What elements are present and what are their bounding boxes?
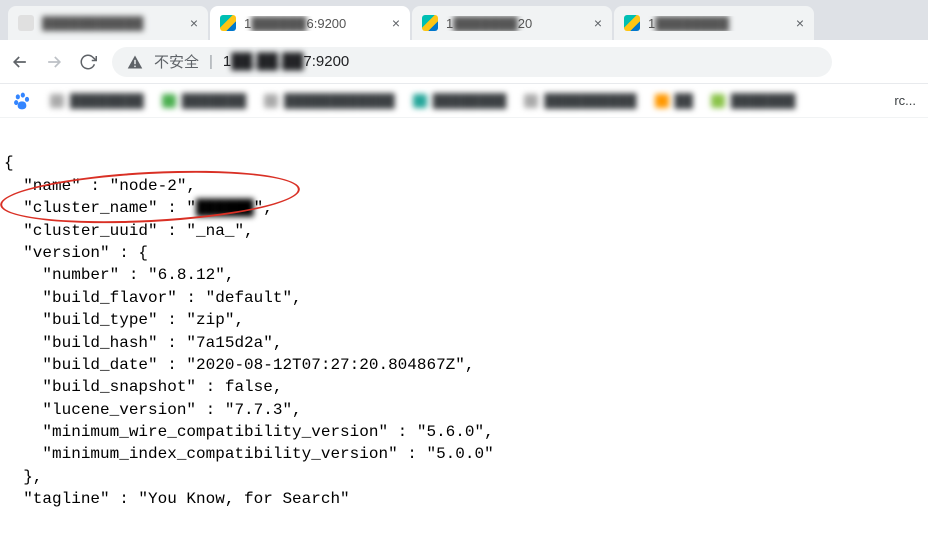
elasticsearch-favicon <box>220 15 236 31</box>
address-bar[interactable]: 不安全 | 1██.██.██7:9200 <box>112 47 832 77</box>
redacted-value: ██████ <box>196 197 254 219</box>
tab-strip: ███████████ × 1██████6:9200 × 1███████20… <box>0 0 928 40</box>
bookmarks-overflow[interactable]: rc... <box>894 93 916 108</box>
json-line-tagline: "tagline" : "You Know, for Search" <box>4 490 350 508</box>
json-line-build-hash: "build_hash" : "7a15d2a", <box>4 334 282 352</box>
tab-title-suffix: 6:9200 <box>307 16 347 31</box>
close-icon[interactable]: × <box>594 15 602 31</box>
tab-title-suffix: 20 <box>518 16 532 31</box>
not-secure-warning-icon <box>126 54 144 70</box>
reload-button[interactable] <box>78 52 98 72</box>
tab-title: 1████████ <box>648 16 790 31</box>
baidu-paw-icon[interactable] <box>12 91 32 111</box>
bookmark-item[interactable]: ███████ <box>711 93 795 108</box>
close-icon[interactable]: × <box>190 15 198 31</box>
json-line-number: "number" : "6.8.12", <box>4 266 234 284</box>
url-prefix: 1 <box>223 53 231 70</box>
browser-tab-1[interactable]: 1██████6:9200 × <box>210 6 410 40</box>
json-line-build-snapshot: "build_snapshot" : false, <box>4 378 282 396</box>
annotation-ellipse <box>0 164 301 230</box>
bookmark-item[interactable]: ██████████ <box>524 93 636 108</box>
json-line-version-close: }, <box>4 468 42 486</box>
close-icon[interactable]: × <box>796 15 804 31</box>
elasticsearch-favicon <box>624 15 640 31</box>
url-text: 1██.██.██7:9200 <box>223 53 349 70</box>
tab-title: 1███████20 <box>446 16 588 31</box>
browser-tab-0[interactable]: ███████████ × <box>8 6 208 40</box>
json-line-lucene-version: "lucene_version" : "7.7.3", <box>4 401 302 419</box>
json-line: { <box>4 154 14 172</box>
bookmark-item[interactable]: ████████ <box>413 93 507 108</box>
json-line-build-type: "build_type" : "zip", <box>4 311 244 329</box>
bookmark-item[interactable]: ████████ <box>50 93 144 108</box>
redacted-text: ██████ <box>251 16 306 31</box>
close-icon[interactable]: × <box>392 15 400 31</box>
json-line-name: "name" : "node-2", <box>4 177 196 195</box>
redacted-text: ██.██.██ <box>231 53 303 70</box>
page-favicon <box>18 15 34 31</box>
bookmarks-bar: ████████ ███████ ████████████ ████████ █… <box>0 84 928 118</box>
json-line-build-flavor: "build_flavor" : "default", <box>4 289 302 307</box>
back-button[interactable] <box>10 52 30 72</box>
tab-title: ███████████ <box>42 16 184 31</box>
json-line-min-index: "minimum_index_compatibility_version" : … <box>4 445 494 463</box>
tab-title-prefix: 1 <box>446 16 453 31</box>
json-line-min-wire: "minimum_wire_compatibility_version" : "… <box>4 423 494 441</box>
forward-button[interactable] <box>44 52 64 72</box>
tab-title-prefix: 1 <box>648 16 655 31</box>
url-suffix: 7:9200 <box>303 53 349 70</box>
page-content: { "name" : "node-2", "cluster_name" : "█… <box>0 118 928 559</box>
browser-tab-3[interactable]: 1████████ × <box>614 6 814 40</box>
address-bar-row: 不安全 | 1██.██.██7:9200 <box>0 40 928 84</box>
bookmark-item[interactable]: ████████████ <box>264 93 395 108</box>
redacted-text: ████████ <box>655 16 729 31</box>
json-line-cluster-uuid: "cluster_uuid" : "_na_", <box>4 222 254 240</box>
tab-title-prefix: 1 <box>244 16 251 31</box>
bookmark-item[interactable]: ███████ <box>162 93 246 108</box>
json-line-cluster-name: "cluster_name" : "██████", <box>4 199 273 217</box>
bookmark-item[interactable]: ██ <box>655 93 693 108</box>
separator: | <box>209 53 213 70</box>
not-secure-label: 不安全 <box>154 51 199 72</box>
browser-tab-2[interactable]: 1███████20 × <box>412 6 612 40</box>
elasticsearch-favicon <box>422 15 438 31</box>
json-line-build-date: "build_date" : "2020-08-12T07:27:20.8048… <box>4 356 474 374</box>
redacted-text: ███████ <box>453 16 517 31</box>
tab-title: 1██████6:9200 <box>244 16 386 31</box>
json-line-version-open: "version" : { <box>4 244 148 262</box>
